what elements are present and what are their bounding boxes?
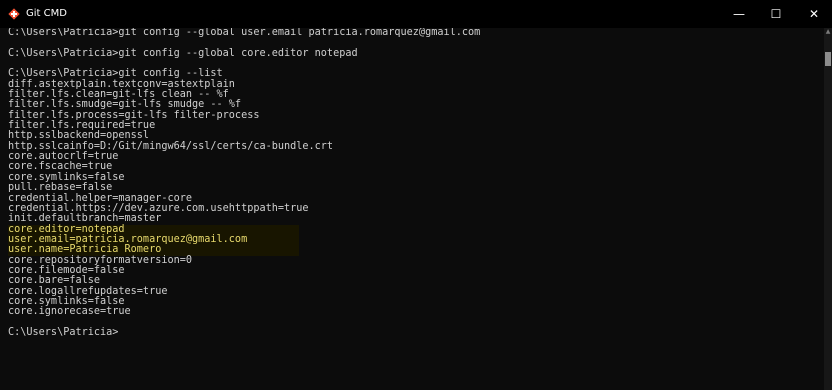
git-icon xyxy=(8,8,20,20)
title-bar[interactable]: Git CMD — ☐ ✕ xyxy=(0,0,832,28)
terminal-line: core.filemode=false xyxy=(8,264,125,276)
scrollbar-thumb[interactable] xyxy=(825,52,831,66)
terminal-line: core.ignorecase=true xyxy=(8,306,131,318)
minimize-button[interactable]: — xyxy=(721,0,757,28)
git-cmd-window: Git CMD — ☐ ✕ C:\Users\Patricia>git conf… xyxy=(0,0,832,390)
terminal-line: C:\Users\Patricia>git config --global us… xyxy=(8,28,481,38)
maximize-icon: ☐ xyxy=(770,7,782,21)
minimize-icon: — xyxy=(733,7,745,21)
terminal-line: C:\Users\Patricia>git config --global co… xyxy=(8,47,358,59)
scroll-up-icon[interactable]: ▲ xyxy=(824,28,832,36)
vertical-scrollbar[interactable]: ▲ xyxy=(824,28,832,390)
terminal-output[interactable]: C:\Users\Patricia>git config --global us… xyxy=(0,28,824,390)
window-title: Git CMD xyxy=(26,8,67,19)
terminal-prompt: C:\Users\Patricia> xyxy=(8,326,119,338)
maximize-button[interactable]: ☐ xyxy=(758,0,794,28)
highlighted-line-user-name: user.name=Patricia Romero xyxy=(0,244,824,256)
terminal-line: core.symlinks=false xyxy=(8,171,125,183)
close-icon: ✕ xyxy=(808,7,820,21)
highlight-user-name: user.name=Patricia Romero xyxy=(8,244,299,256)
terminal-line: init.defaultbranch=master xyxy=(8,213,162,225)
terminal-line: http.sslcainfo=D:/Git/mingw64/ssl/certs/… xyxy=(8,140,334,152)
terminal-line: core.autocrlf=true xyxy=(8,151,119,163)
terminal-line: pull.rebase=false xyxy=(8,182,113,194)
close-button[interactable]: ✕ xyxy=(796,0,832,28)
